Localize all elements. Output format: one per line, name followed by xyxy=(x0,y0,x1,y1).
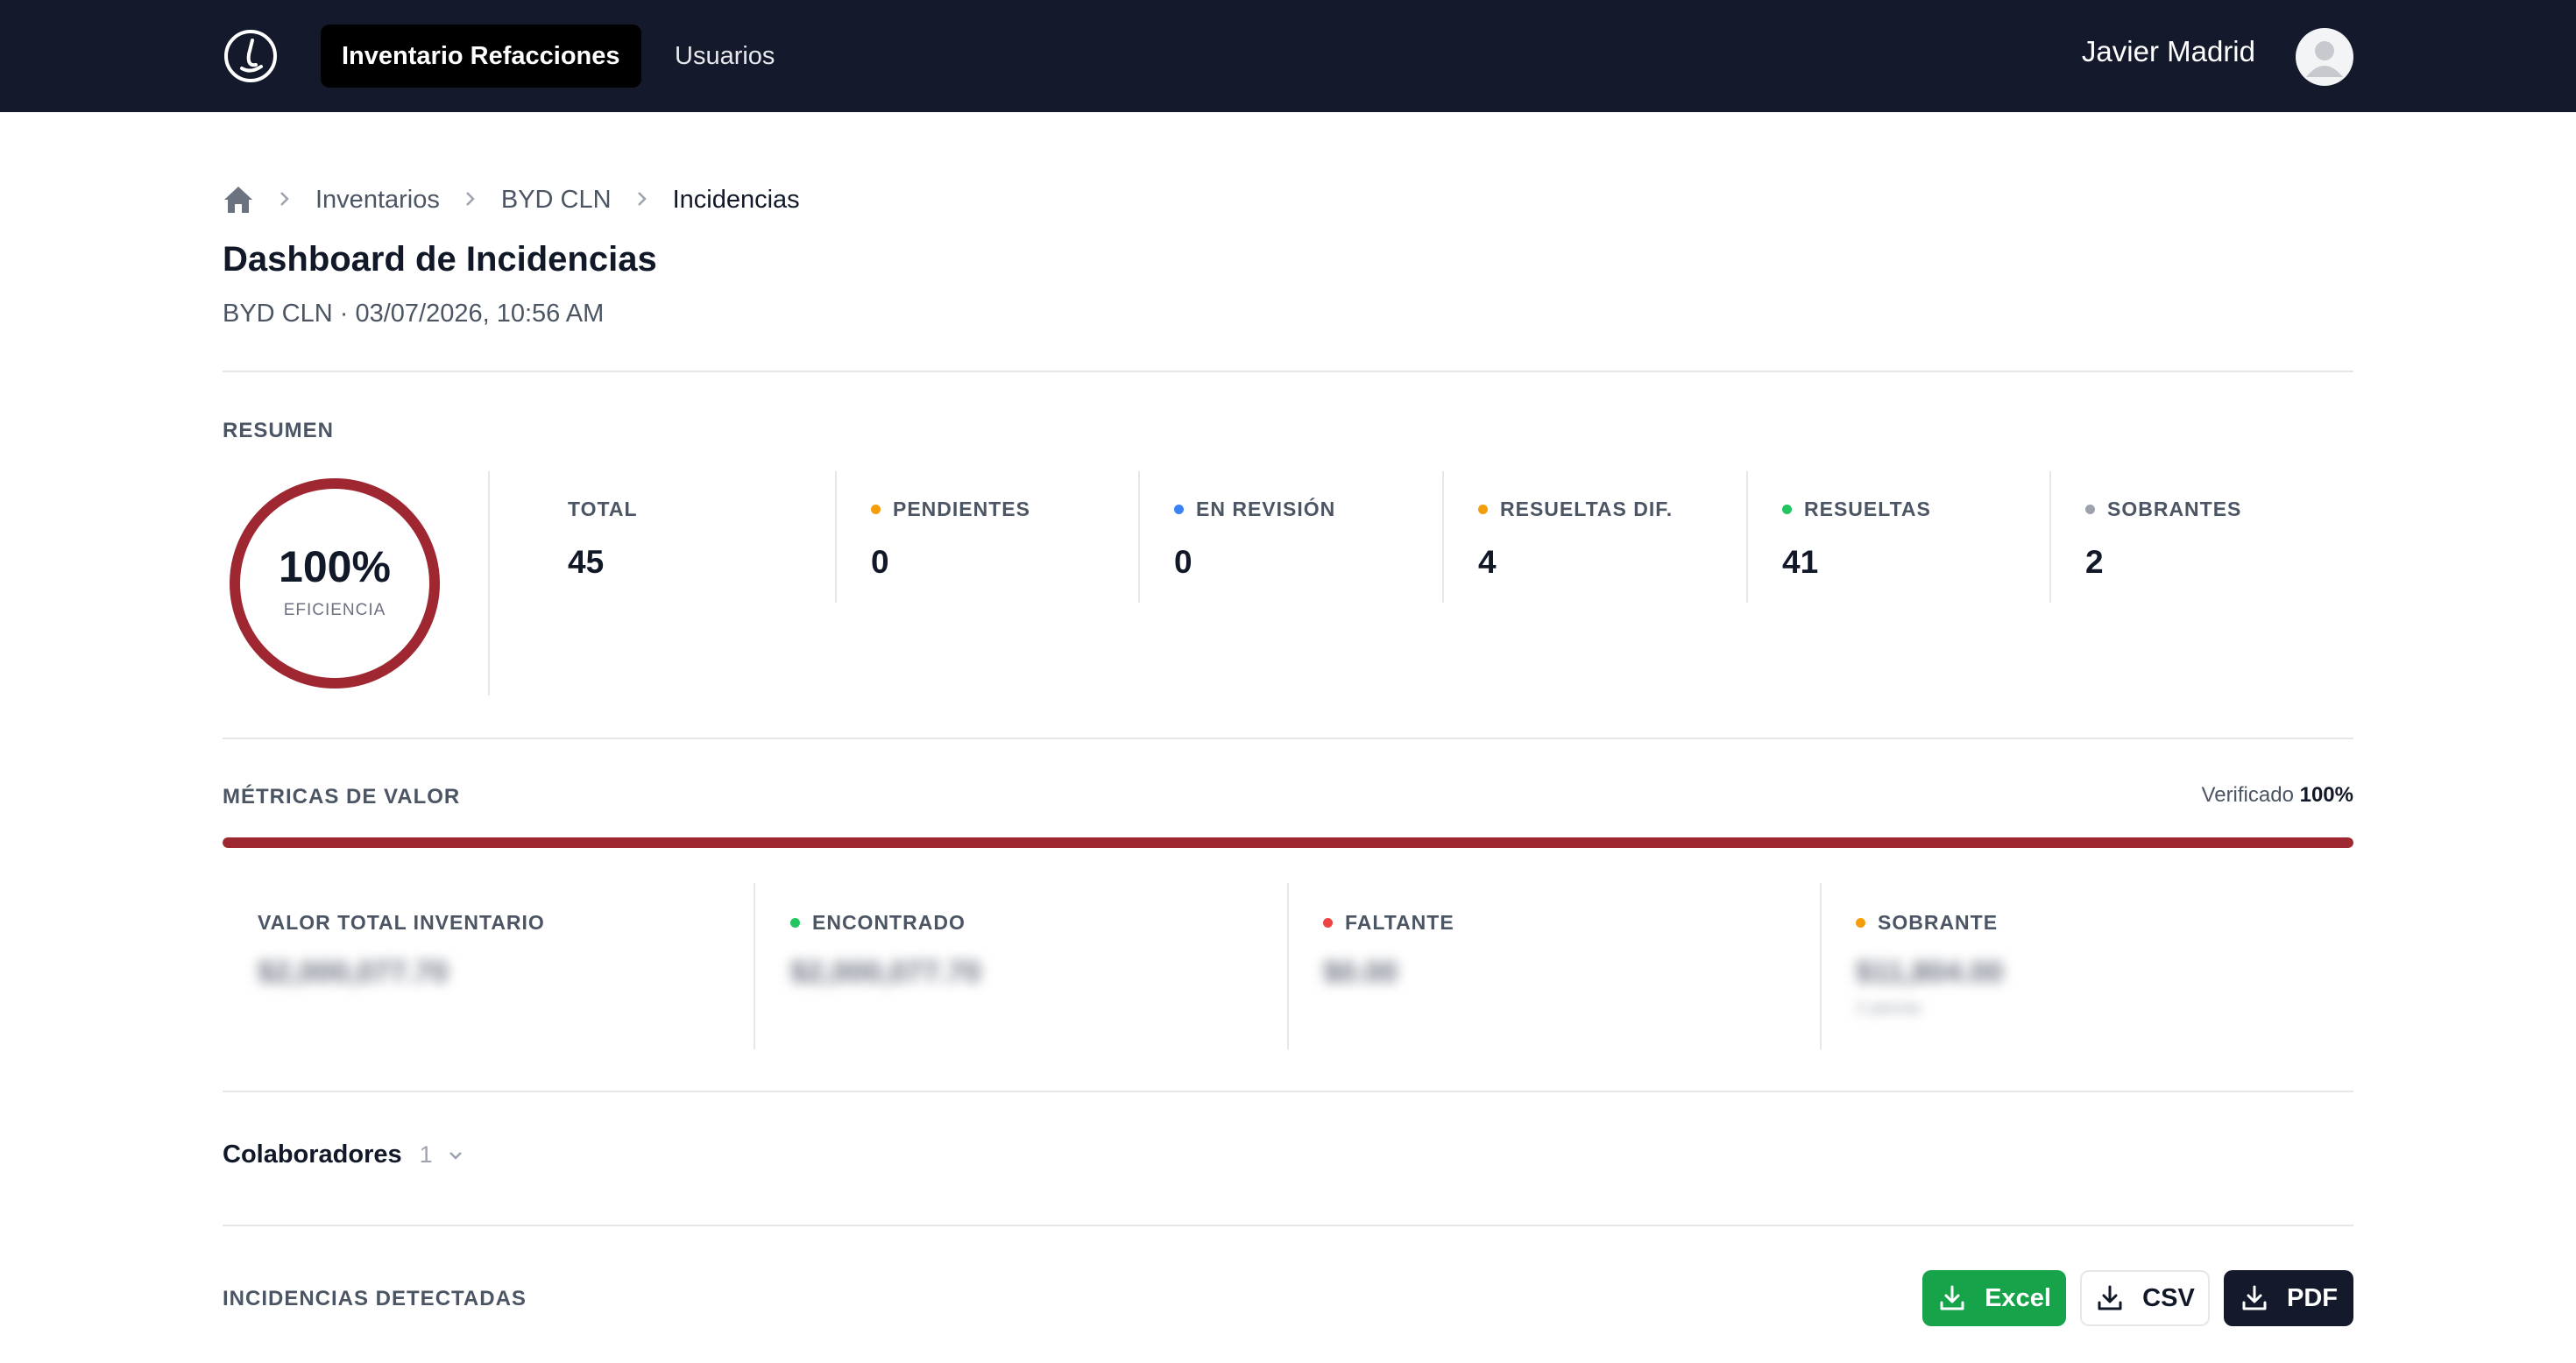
divider-vertical xyxy=(1138,471,1140,603)
status-dot xyxy=(1323,918,1333,928)
export-excel-label: Excel xyxy=(1985,1283,2051,1312)
resumen-label: RESUMEN xyxy=(223,419,335,442)
verified-progress-bar xyxy=(223,837,2353,848)
download-icon xyxy=(1940,1285,1964,1310)
divider-vertical xyxy=(488,471,490,696)
divider-vertical xyxy=(1746,471,1748,603)
chevron-right-icon xyxy=(464,186,477,215)
chevron-right-icon xyxy=(636,186,648,215)
divider-vertical xyxy=(1820,883,1822,1049)
stat-sobrantes: SOBRANTES 2 xyxy=(2085,498,2241,581)
metric-faltante: FALTANTE $0.00 xyxy=(1323,911,1454,990)
export-pdf-button[interactable]: PDF xyxy=(2224,1270,2353,1326)
divider-vertical xyxy=(1442,471,1444,603)
metric-value: $0.00 xyxy=(1323,956,1398,989)
status-dot xyxy=(1478,505,1488,514)
metric-value: $2,000,077.70 xyxy=(790,956,981,989)
verified-label: Verificado xyxy=(2201,783,2294,807)
colaboradores-label: Colaboradores xyxy=(223,1141,402,1169)
divider xyxy=(223,371,2353,372)
metric-label: SOBRANTE xyxy=(1878,911,1999,934)
status-dot xyxy=(1856,918,1865,928)
stat-value: 45 xyxy=(568,544,605,580)
metric-extra: 2 piezas xyxy=(1856,999,1921,1018)
chevron-right-icon xyxy=(279,186,291,215)
colaboradores-count: 1 xyxy=(419,1141,433,1168)
export-csv-button[interactable]: CSV xyxy=(2080,1270,2210,1326)
metric-label: ENCONTRADO xyxy=(812,911,966,934)
colaboradores-toggle[interactable]: Colaboradores 1 xyxy=(223,1141,464,1169)
metric-value: $2,000,077.70 xyxy=(258,956,449,989)
stat-label: RESUELTAS xyxy=(1804,498,1931,520)
home-icon[interactable] xyxy=(223,185,254,215)
stat-resueltas-dif: RESUELTAS DIF. 4 xyxy=(1478,498,1673,581)
divider-vertical xyxy=(754,883,755,1049)
verified-value: 100% xyxy=(2299,783,2353,807)
metric-valor-total: VALOR TOTAL INVENTARIO $2,000,077.70 xyxy=(258,911,545,990)
page-subtitle: BYD CLN · 03/07/2026, 10:56 AM xyxy=(223,300,605,328)
status-dot xyxy=(1174,505,1184,514)
stat-en-revision: EN REVISIÓN 0 xyxy=(1174,498,1335,581)
divider-vertical xyxy=(835,471,837,603)
divider-vertical xyxy=(1287,883,1289,1049)
metric-label: FALTANTE xyxy=(1345,911,1454,934)
export-pdf-label: PDF xyxy=(2287,1283,2338,1312)
chevron-down-icon[interactable] xyxy=(447,1147,464,1164)
breadcrumb-item-incidencias: Incidencias xyxy=(672,185,800,214)
tab-usuarios[interactable]: Usuarios xyxy=(654,25,796,88)
incidencias-label: INCIDENCIAS DETECTADAS xyxy=(223,1287,527,1310)
efficiency-value: 100% xyxy=(279,542,391,591)
status-dot xyxy=(790,918,800,928)
stat-label: SOBRANTES xyxy=(2107,498,2242,520)
metricas-label: MÉTRICAS DE VALOR xyxy=(223,785,461,809)
stat-label: PENDIENTES xyxy=(893,498,1030,520)
stat-value: 0 xyxy=(1174,544,1192,580)
stat-label: TOTAL xyxy=(568,498,638,520)
divider-vertical xyxy=(2049,471,2051,603)
stat-label: EN REVISIÓN xyxy=(1196,498,1336,520)
stat-pendientes: PENDIENTES 0 xyxy=(871,498,1030,581)
stat-resueltas: RESUELTAS 41 xyxy=(1782,498,1931,581)
divider xyxy=(223,1225,2353,1226)
metric-sobrante: SOBRANTE $11,804.00 2 piezas xyxy=(1856,911,2003,1019)
status-dot xyxy=(871,505,881,514)
download-icon xyxy=(2242,1285,2267,1310)
tab-inventario-refacciones[interactable]: Inventario Refacciones xyxy=(321,25,641,88)
metric-label: VALOR TOTAL INVENTARIO xyxy=(258,911,545,934)
user-avatar-icon[interactable] xyxy=(2296,28,2353,86)
verified-indicator: Verificado 100% xyxy=(2202,783,2353,808)
top-navbar: Inventario Refacciones Usuarios Javier M… xyxy=(0,0,2576,112)
user-name[interactable]: Javier Madrid xyxy=(2082,35,2255,68)
page-title: Dashboard de Incidencias xyxy=(223,240,657,279)
clock-logo-icon[interactable] xyxy=(223,28,279,84)
efficiency-label: EFICIENCIA xyxy=(283,601,386,619)
stat-value: 2 xyxy=(2085,544,2104,580)
status-dot xyxy=(1782,505,1792,514)
stat-value: 4 xyxy=(1478,544,1497,580)
breadcrumb: Inventarios BYD CLN Incidencias xyxy=(223,182,800,217)
export-excel-button[interactable]: Excel xyxy=(1922,1270,2066,1326)
stat-value: 0 xyxy=(871,544,889,580)
divider xyxy=(223,1091,2353,1092)
metric-encontrado: ENCONTRADO $2,000,077.70 xyxy=(790,911,980,990)
metric-value: $11,804.00 xyxy=(1856,956,2004,989)
stat-value: 41 xyxy=(1782,544,1819,580)
download-icon xyxy=(2098,1285,2122,1310)
export-csv-label: CSV xyxy=(2142,1283,2195,1312)
status-dot xyxy=(2085,505,2095,514)
breadcrumb-item-byd-cln[interactable]: BYD CLN xyxy=(501,186,612,215)
divider xyxy=(223,738,2353,739)
progress-fill xyxy=(223,837,2353,848)
stat-total: TOTAL 45 xyxy=(568,498,638,581)
stat-label: RESUELTAS DIF. xyxy=(1500,498,1674,520)
breadcrumb-item-inventarios[interactable]: Inventarios xyxy=(315,186,440,215)
